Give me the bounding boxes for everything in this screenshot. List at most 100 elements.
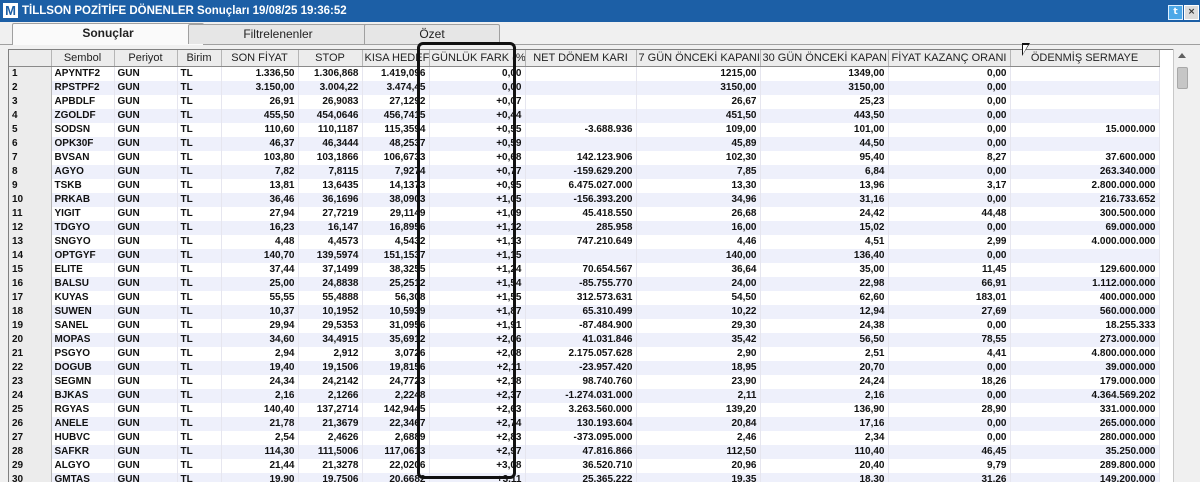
cell-otuz-gun-once-kapanis: 22,98 [760, 277, 889, 291]
table-row[interactable]: 24 BJKAS GUN TL 2,16 2,1266 2,2248 +2,37 -1.274.… [9, 389, 1160, 403]
table-row[interactable]: 8 AGYO GUN TL 7,82 7,8115 7,9274 +0,77 -159.629.… [9, 165, 1160, 179]
table-row[interactable]: 16 BALSU GUN TL 25,00 24,8838 25,2512 +1,54 -85.… [9, 277, 1160, 291]
table-row[interactable]: 20 MOPAS GUN TL 34,60 34,4915 35,6912 +2,06 41.0… [9, 333, 1160, 347]
cell-birim: TL [177, 165, 222, 179]
table-row[interactable]: 22 DOGUB GUN TL 19,40 19,1506 19,8156 +2,11 -23.… [9, 361, 1160, 375]
column-header-otuz-gun-once-kapanis[interactable]: 30 GÜN ÖNCEKİ KAPANIŞ [760, 50, 889, 67]
cell-kisa-hedef: 22,0206 [362, 459, 430, 473]
cell-birim: TL [177, 81, 222, 95]
cell-gunluk-fark: +1,05 [429, 193, 526, 207]
column-header-son-fiyat[interactable]: SON FİYAT [221, 50, 299, 67]
column-header-kisa-hedef[interactable]: KISA HEDEF [362, 50, 430, 67]
table-row[interactable]: 12 TDGYO GUN TL 16,23 16,147 16,8956 +1,12 285.9… [9, 221, 1160, 235]
table-row[interactable]: 2 RPSTPF2 GUN TL 3.150,00 3.004,22 3.474,45 0,0… [9, 81, 1160, 95]
scroll-up-icon[interactable] [1178, 53, 1186, 58]
cell-row-number: 2 [9, 81, 52, 95]
column-header-periyot[interactable]: Periyot [114, 50, 178, 67]
table-row[interactable]: 28 SAFKR GUN TL 114,30 111,5006 117,0613 +2,97 4… [9, 445, 1160, 459]
tab-sonuclar[interactable]: Sonuçlar [12, 23, 204, 45]
cell-fiyat-kazanc-orani: 0,00 [888, 81, 1011, 95]
cell-net-donem-kari: 36.520.710 [525, 459, 637, 473]
table-row[interactable]: 27 HUBVC GUN TL 2,54 2,4626 2,6889 +2,83 -373.09… [9, 431, 1160, 445]
cell-son-fiyat: 34,60 [221, 333, 299, 347]
cell-son-fiyat: 24,34 [221, 375, 299, 389]
cell-stop: 10,1952 [298, 305, 363, 319]
table-row[interactable]: 7 BVSAN GUN TL 103,80 103,1866 106,6733 +0,68 14… [9, 151, 1160, 165]
table-row[interactable]: 14 OPTGYF GUN TL 140,70 139,5974 151,1537 +1,15… [9, 249, 1160, 263]
cell-son-fiyat: 21,44 [221, 459, 299, 473]
cell-otuz-gun-once-kapanis: 101,00 [760, 123, 889, 137]
table-row[interactable]: 23 SEGMN GUN TL 24,34 24,2142 24,7723 +2,18 98.7… [9, 375, 1160, 389]
table-row[interactable]: 13 SNGYO GUN TL 4,48 4,4573 4,5432 +1,13 747.210… [9, 235, 1160, 249]
table-row[interactable]: 6 OPK30F GUN TL 46,37 46,3444 48,2537 +0,59 45,8… [9, 137, 1160, 151]
table-row[interactable]: 4 ZGOLDF GUN TL 455,50 454,0646 456,7415 +0,44 4… [9, 109, 1160, 123]
table-row[interactable]: 18 SUWEN GUN TL 10,37 10,1952 10,5939 +1,87 65.3… [9, 305, 1160, 319]
cell-yedi-gun-once-kapanis: 20,84 [636, 417, 761, 431]
cell-yedi-gun-once-kapanis: 26,67 [636, 95, 761, 109]
cell-otuz-gun-once-kapanis: 18,30 [760, 473, 889, 482]
cell-stop: 3.004,22 [298, 81, 363, 95]
cell-row-number: 16 [9, 277, 52, 291]
cell-fiyat-kazanc-orani: 0,00 [888, 221, 1011, 235]
cell-fiyat-kazanc-orani: 27,69 [888, 305, 1011, 319]
column-header-net-donem-kari[interactable]: NET DÖNEM KARI [525, 50, 637, 67]
column-header-row-number[interactable] [9, 50, 52, 67]
close-icon[interactable]: × [1184, 5, 1199, 20]
twitter-icon[interactable]: t [1168, 5, 1183, 20]
table-row[interactable]: 29 ALGYO GUN TL 21,44 21,3278 22,0206 +3,08 36.5… [9, 459, 1160, 473]
cell-kisa-hedef: 27,1292 [362, 95, 430, 109]
column-header-fiyat-kazanc-orani[interactable]: FİYAT KAZANÇ ORANI [888, 50, 1011, 67]
cell-periyot: GUN [114, 305, 178, 319]
column-header-sembol[interactable]: Sembol [51, 50, 115, 67]
cell-kisa-hedef: 10,5939 [362, 305, 430, 319]
cell-fiyat-kazanc-orani: 0,00 [888, 123, 1011, 137]
column-header-stop[interactable]: STOP [298, 50, 363, 67]
column-header-birim[interactable]: Birim [177, 50, 222, 67]
cell-periyot: GUN [114, 137, 178, 151]
scroll-thumb[interactable] [1177, 67, 1188, 89]
cell-otuz-gun-once-kapanis: 24,42 [760, 207, 889, 221]
cell-stop: 26,9083 [298, 95, 363, 109]
cell-periyot: GUN [114, 151, 178, 165]
table-row[interactable]: 11 YIGIT GUN TL 27,94 27,7219 29,1149 +1,09 45.4… [9, 207, 1160, 221]
column-header-yedi-gun-once-kapanis[interactable]: 7 GÜN ÖNCEKİ KAPANIŞ [636, 50, 761, 67]
table-row[interactable]: 17 KUYAS GUN TL 55,55 55,4888 56,308 +1,55 312.5… [9, 291, 1160, 305]
cell-periyot: GUN [114, 347, 178, 361]
table-row[interactable]: 21 PSGYO GUN TL 2,94 2,912 3,0726 +2,08 2.175.05… [9, 347, 1160, 361]
table-row[interactable]: 3 APBDLF GUN TL 26,91 26,9083 27,1292 +0,07 26,6… [9, 95, 1160, 109]
table-row[interactable]: 19 SANEL GUN TL 29,94 29,5353 31,0956 +1,91 -87.… [9, 319, 1160, 333]
table-row[interactable]: 5 SODSN GUN TL 110,60 110,1187 115,3594 +0,55 -3… [9, 123, 1160, 137]
cell-kisa-hedef: 3,0726 [362, 347, 430, 361]
table-row[interactable]: 26 ANELE GUN TL 21,78 21,3679 22,3467 +2,74 130.… [9, 417, 1160, 431]
cell-stop: 19,7506 [298, 473, 363, 482]
cell-fiyat-kazanc-orani: 78,55 [888, 333, 1011, 347]
cell-periyot: GUN [114, 417, 178, 431]
results-grid[interactable]: Sembol Periyot Birim SON FİYAT STOP KISA HEDE… [8, 49, 1174, 482]
vertical-scrollbar[interactable] [1173, 49, 1191, 482]
cell-odenmis-sermaye: 4.000.000.000 [1010, 235, 1160, 249]
table-row[interactable]: 1 APYNTF2 GUN TL 1.336,50 1.306,868 1.419,096 0… [9, 66, 1160, 81]
column-header-odenmis-sermaye[interactable]: ÖDENMİŞ SERMAYE [1010, 50, 1160, 67]
cell-yedi-gun-once-kapanis: 20,96 [636, 459, 761, 473]
cell-otuz-gun-once-kapanis: 3150,00 [760, 81, 889, 95]
cell-fiyat-kazanc-orani: 183,01 [888, 291, 1011, 305]
cell-net-donem-kari: 25.365.222 [525, 473, 637, 482]
cell-periyot: GUN [114, 207, 178, 221]
column-header-gunluk-fark[interactable]: GÜNLÜK FARK (%) [429, 50, 526, 67]
table-row[interactable]: 15 ELITE GUN TL 37,44 37,1499 38,3255 +1,24 70.6… [9, 263, 1160, 277]
cell-son-fiyat: 19,90 [221, 473, 299, 482]
cell-net-donem-kari: 285.958 [525, 221, 637, 235]
table-row[interactable]: 10 PRKAB GUN TL 36,46 36,1696 38,0903 +1,05 -156… [9, 193, 1160, 207]
cell-stop: 137,2714 [298, 403, 363, 417]
cell-gunluk-fark: +0,77 [429, 165, 526, 179]
cell-stop: 19,1506 [298, 361, 363, 375]
cell-birim: TL [177, 473, 222, 482]
cell-kisa-hedef: 142,9445 [362, 403, 430, 417]
table-row[interactable]: 25 RGYAS GUN TL 140,40 137,2714 142,9445 +2,63 3… [9, 403, 1160, 417]
table-row[interactable]: 9 TSKB GUN TL 13,81 13,6435 14,1373 +0,95 6.475.… [9, 179, 1160, 193]
results-window: M TİLLSON POZİTİFE DÖNENLER Sonuçları 19… [0, 0, 1200, 482]
tab-filtrelenenler[interactable]: Filtrelenenler [188, 24, 368, 44]
table-row[interactable]: 30 GMTAS GUN TL 19,90 19,7506 20,6682 +3,11 25.3… [9, 473, 1160, 482]
cell-son-fiyat: 16,23 [221, 221, 299, 235]
tab-ozet[interactable]: Özet [364, 24, 500, 44]
